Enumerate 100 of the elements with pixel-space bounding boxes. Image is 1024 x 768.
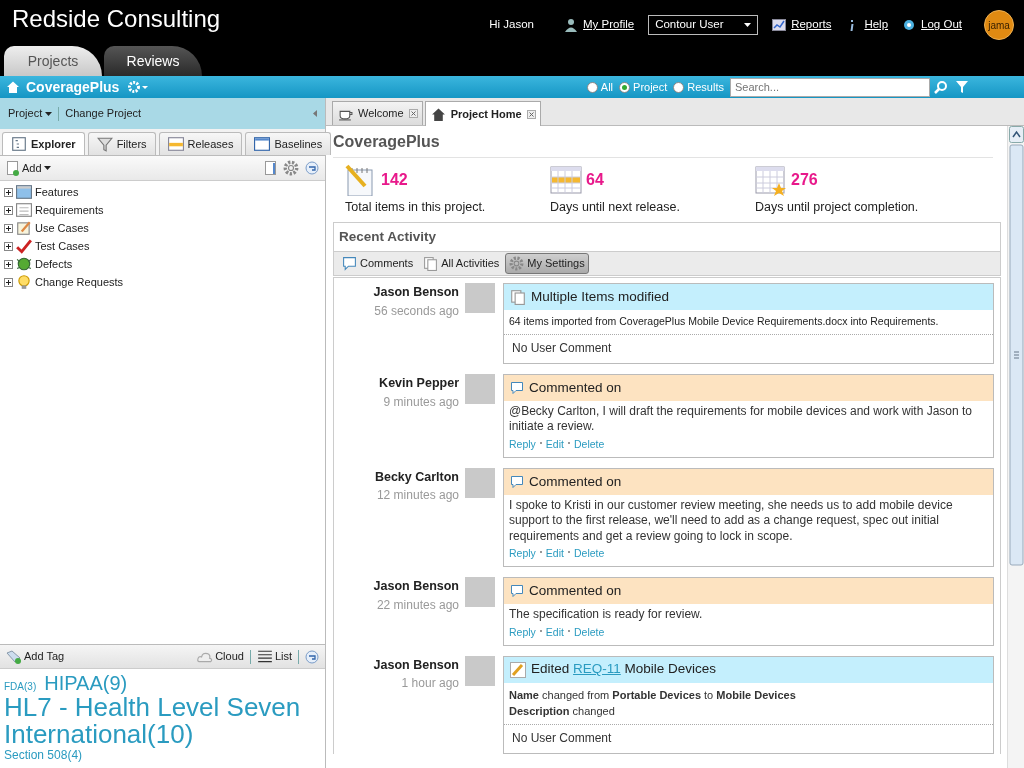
activity-title: Multiple Items modified xyxy=(531,287,670,306)
comment-text: I spoke to Kristi in our customer review meeting, she needs us to add mobile device support to the first release, we'll need to add as a change request, spec out initial requirements and get a review going to lock in scope. xyxy=(508,496,954,545)
list-page-icon xyxy=(16,202,32,218)
refresh-icon xyxy=(305,649,319,664)
stat-label: Days until project completion. xyxy=(755,199,920,216)
add-tag-button[interactable]: Add Tag xyxy=(6,648,65,665)
activity-title: Commented on xyxy=(529,472,622,491)
lightbulb-icon xyxy=(16,274,32,290)
view-button[interactable]: Cloud xyxy=(197,648,244,665)
scrollbar[interactable] xyxy=(1007,126,1024,768)
home-icon xyxy=(6,80,20,94)
document-icon xyxy=(265,160,277,176)
caret-icon xyxy=(45,111,53,116)
tree-item[interactable]: Requirements xyxy=(35,201,104,219)
expand-icon[interactable] xyxy=(4,259,13,269)
add-button[interactable]: Add xyxy=(6,159,51,177)
comment-text: No User Comment xyxy=(511,339,613,357)
list-icon xyxy=(256,648,273,665)
stat-value: 64 xyxy=(586,170,604,190)
chart-icon xyxy=(772,18,787,32)
close-icon xyxy=(408,109,418,118)
avatar-placeholder xyxy=(465,283,495,313)
caret-icon xyxy=(43,166,51,170)
outline-icon xyxy=(11,136,27,152)
filter-icon xyxy=(956,80,968,94)
bug-icon xyxy=(16,256,32,272)
change-note: Description changed xyxy=(509,704,616,720)
tree-item[interactable]: Use Cases xyxy=(35,219,89,237)
comment-text: No User Comment xyxy=(511,729,613,747)
main-tab[interactable]: Projects xyxy=(4,46,102,76)
speech-bubble-icon xyxy=(510,584,524,599)
speech-bubble-icon xyxy=(510,380,524,395)
user-name[interactable]: Becky Carlton xyxy=(334,467,459,487)
speech-bubble-icon xyxy=(510,474,524,489)
stat-label: Total items in this project. xyxy=(345,199,487,216)
caret-icon xyxy=(744,23,752,27)
activity-title: Edited REQ-11 Mobile Devices xyxy=(531,660,717,679)
search-field[interactable]: Search... xyxy=(730,77,930,97)
expand-icon[interactable] xyxy=(4,277,13,287)
filter-button[interactable]: My Settings xyxy=(505,253,589,274)
comment-text: @Becky Carlton, I will draft the requirements for mobile devices and work with Jason to initiate a review. xyxy=(508,402,974,436)
expand-icon[interactable] xyxy=(4,241,13,251)
timestamp: 22 minutes ago xyxy=(375,596,459,614)
calendar-icon xyxy=(167,136,184,152)
sidebar-tab[interactable]: Baselines xyxy=(245,132,332,155)
sidebar-tab[interactable]: Releases xyxy=(158,132,243,155)
stat-label: Days until next release. xyxy=(550,199,681,216)
user-name[interactable]: Jason Benson xyxy=(334,655,459,675)
new-document-icon xyxy=(6,160,20,176)
stat-value: 142 xyxy=(381,170,408,190)
refresh-icon xyxy=(305,161,319,175)
main-tab[interactable]: Reviews xyxy=(104,46,202,76)
collapse-icon xyxy=(313,110,317,117)
menu-button[interactable]: Project xyxy=(8,105,53,122)
timestamp: 1 hour ago xyxy=(400,675,459,693)
filter-button[interactable]: All Activities xyxy=(419,253,504,274)
avatar-placeholder xyxy=(465,577,495,608)
avatar-placeholder xyxy=(465,467,495,498)
tree-item[interactable]: Defects xyxy=(35,255,73,273)
tree-item[interactable]: Features xyxy=(35,183,79,201)
user-name[interactable]: Jason Benson xyxy=(334,283,459,302)
expand-icon[interactable] xyxy=(4,223,13,233)
user-name[interactable]: Jason Benson xyxy=(334,577,459,596)
user-name[interactable]: Kevin Pepper xyxy=(334,373,459,393)
person-icon xyxy=(564,18,578,32)
sidebar-tab[interactable]: Explorer xyxy=(2,132,85,155)
user-select[interactable]: Contour User xyxy=(648,15,759,35)
expand-icon[interactable] xyxy=(4,205,13,215)
folder-icon xyxy=(16,184,32,200)
search-icon xyxy=(934,80,948,94)
speech-bubble-icon xyxy=(342,256,357,271)
greeting: Hi Jason xyxy=(489,17,534,33)
filter-button[interactable]: Comments xyxy=(338,253,418,274)
timestamp: 12 minutes ago xyxy=(375,487,459,505)
tree-item[interactable]: Change Requests xyxy=(35,273,124,291)
timestamp: 9 minutes ago xyxy=(382,393,459,411)
document-tab[interactable]: Project Home xyxy=(424,101,541,126)
panel-title: Recent Activity xyxy=(338,227,438,246)
sidebar-tab[interactable]: Filters xyxy=(87,132,156,155)
note-pencil-icon xyxy=(16,220,32,236)
nav-link[interactable]: Reports xyxy=(772,16,832,34)
expand-icon[interactable] xyxy=(4,187,13,197)
menu-button[interactable]: Change Project xyxy=(65,105,142,122)
home-icon xyxy=(430,106,446,122)
document-tab[interactable]: Welcome xyxy=(332,101,423,125)
pencil-icon xyxy=(510,661,526,678)
funnel-icon xyxy=(96,136,113,152)
nav-link[interactable]: Log Out xyxy=(902,16,962,34)
activity-title: Commented on xyxy=(529,378,622,397)
view-button[interactable]: List xyxy=(256,648,292,665)
activity-title: Commented on xyxy=(529,582,622,601)
company-title: Redside Consulting xyxy=(12,6,221,33)
nav-link[interactable]: Help xyxy=(845,16,889,34)
pages-icon xyxy=(510,289,526,305)
avatar-placeholder xyxy=(465,655,495,686)
comment-text: The specification is ready for review. xyxy=(508,606,704,624)
stat-value: 276 xyxy=(791,170,818,190)
tree-item[interactable]: Test Cases xyxy=(35,237,90,255)
gear-icon xyxy=(509,256,525,271)
nav-link[interactable]: My Profile xyxy=(564,16,635,34)
